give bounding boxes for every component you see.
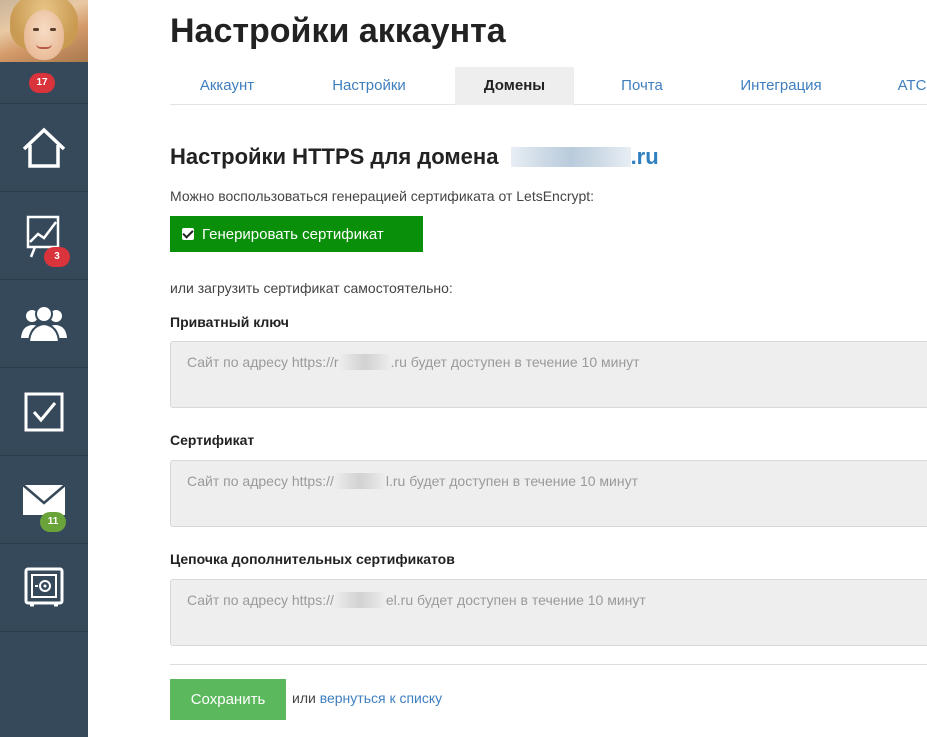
chain-placeholder-suffix: el.ru будет доступен в течение 10 минут [385, 592, 646, 608]
notification-bar[interactable]: 17 [0, 62, 88, 104]
avatar-face [24, 10, 64, 60]
redacted-text [338, 354, 391, 370]
chain-label: Цепочка дополнительных сертификатов [170, 551, 455, 567]
tab-mail[interactable]: Почта [592, 67, 692, 105]
private-key-placeholder-prefix: Сайт по адресу https://r [187, 354, 339, 370]
certificate-placeholder-suffix: l.ru будет доступен в течение 10 минут [385, 473, 639, 489]
avatar[interactable] [0, 0, 88, 62]
section-title-text: Настройки HTTPS для домена [170, 144, 505, 169]
tab-bar: Аккаунт Настройки Домены Почта Интеграци… [170, 67, 927, 105]
back-to-list-link[interactable]: вернуться к списку [320, 690, 442, 706]
analytics-badge: 3 [44, 247, 70, 267]
avatar-eye [50, 28, 56, 31]
letsencrypt-hint: Можно воспользоваться генерацией сертифи… [170, 188, 595, 204]
or-label: или [292, 690, 320, 706]
tab-domains[interactable]: Домены [455, 67, 574, 105]
sidebar-item-home[interactable] [0, 104, 88, 192]
notification-badge: 17 [29, 73, 55, 93]
sidebar-item-contacts[interactable] [0, 280, 88, 368]
sidebar-item-tasks[interactable] [0, 368, 88, 456]
avatar-smile [36, 44, 52, 49]
sidebar-item-mail[interactable]: 11 [0, 456, 88, 544]
manual-upload-hint: или загрузить сертификат самостоятельно: [170, 280, 453, 296]
private-key-field[interactable]: Сайт по адресу https://r .ru будет доступ… [170, 341, 927, 408]
chain-field[interactable]: Сайт по адресу https:// el.ru будет досту… [170, 579, 927, 646]
certificate-label: Сертификат [170, 432, 255, 448]
users-icon [21, 304, 67, 343]
tab-account[interactable]: Аккаунт [170, 67, 284, 105]
tab-settings[interactable]: Настройки [312, 67, 426, 105]
redacted-text [333, 473, 386, 489]
chain-placeholder-prefix: Сайт по адресу https:// [187, 592, 334, 608]
mail-icon [22, 483, 66, 515]
sidebar: 17 3 11 [0, 0, 88, 737]
footer-or-text: или вернуться к списку [292, 690, 442, 706]
sidebar-item-settings[interactable] [0, 544, 88, 632]
avatar-eye [33, 28, 39, 31]
generate-certificate-button[interactable]: Генерировать сертификат [170, 216, 423, 252]
private-key-placeholder-suffix: .ru будет доступен в течение 10 минут [390, 354, 640, 370]
sidebar-item-analytics[interactable]: 3 [0, 192, 88, 280]
safe-icon [24, 567, 64, 606]
generate-certificate-label: Генерировать сертификат [202, 225, 384, 243]
redacted-text [333, 592, 386, 608]
domain-suffix: .ru [630, 144, 659, 169]
mail-badge: 11 [40, 512, 66, 532]
tab-pbx[interactable]: АТС [882, 67, 927, 105]
private-key-label: Приватный ключ [170, 314, 289, 330]
page-title: Настройки аккаунта [170, 12, 506, 50]
divider [170, 664, 927, 665]
home-icon [22, 127, 66, 168]
certificate-placeholder-prefix: Сайт по адресу https:// [187, 473, 334, 489]
redacted-domain [510, 147, 631, 167]
section-title: Настройки HTTPS для домена .ru [170, 144, 659, 170]
save-button[interactable]: Сохранить [170, 679, 286, 720]
checkbox-icon [24, 392, 64, 431]
tab-integration[interactable]: Интеграция [716, 67, 846, 105]
checkbox-checked-icon [182, 228, 194, 240]
certificate-field[interactable]: Сайт по адресу https:// l.ru будет доступ… [170, 460, 927, 527]
